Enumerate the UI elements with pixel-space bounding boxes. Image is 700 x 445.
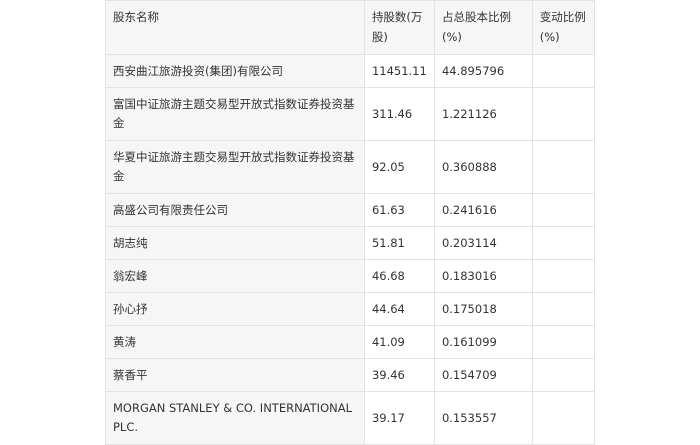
share-ratio: 44.895796 xyxy=(433,54,533,88)
table-row: 华夏中证旅游主题交易型开放式指数证券投资基金 92.05 0.360888 xyxy=(105,140,596,194)
shares-held: 51.81 xyxy=(363,226,435,260)
change-ratio xyxy=(531,391,596,445)
table-row: 蔡香平 39.46 0.154709 xyxy=(105,358,596,392)
change-ratio xyxy=(531,226,596,260)
share-ratio: 0.161099 xyxy=(433,325,533,359)
table-row: 西安曲江旅游投资(集团)有限公司 11451.11 44.895796 xyxy=(105,54,596,88)
change-ratio xyxy=(531,358,596,392)
shares-held: 311.46 xyxy=(363,87,435,141)
change-ratio xyxy=(531,87,596,141)
shareholder-name: 华夏中证旅游主题交易型开放式指数证券投资基金 xyxy=(105,140,365,194)
change-ratio xyxy=(531,54,596,88)
shares-held: 11451.11 xyxy=(363,54,435,88)
table-row: 胡志纯 51.81 0.203114 xyxy=(105,226,596,260)
shares-held: 41.09 xyxy=(363,325,435,359)
share-ratio: 0.203114 xyxy=(433,226,533,260)
shareholder-name: 富国中证旅游主题交易型开放式指数证券投资基金 xyxy=(105,87,365,141)
shares-held: 39.46 xyxy=(363,358,435,392)
table-row: 高盛公司有限责任公司 61.63 0.241616 xyxy=(105,193,596,227)
table-row: 翁宏峰 46.68 0.183016 xyxy=(105,259,596,293)
shareholder-name: 蔡香平 xyxy=(105,358,365,392)
shareholder-name: 孙心抒 xyxy=(105,292,365,326)
share-ratio: 1.221126 xyxy=(433,87,533,141)
table-row: MORGAN STANLEY & CO. INTERNATIONAL PLC. … xyxy=(105,391,596,445)
change-ratio xyxy=(531,140,596,194)
share-ratio: 0.154709 xyxy=(433,358,533,392)
share-ratio: 0.360888 xyxy=(433,140,533,194)
shareholder-name: 高盛公司有限责任公司 xyxy=(105,193,365,227)
share-ratio: 0.241616 xyxy=(433,193,533,227)
share-ratio: 0.183016 xyxy=(433,259,533,293)
shares-held: 39.17 xyxy=(363,391,435,445)
header-change-ratio: 变动比例(%) xyxy=(531,0,596,55)
share-ratio: 0.153557 xyxy=(433,391,533,445)
shareholder-name: 黄涛 xyxy=(105,325,365,359)
change-ratio xyxy=(531,292,596,326)
share-ratio: 0.175018 xyxy=(433,292,533,326)
shareholder-name: 西安曲江旅游投资(集团)有限公司 xyxy=(105,54,365,88)
shares-held: 61.63 xyxy=(363,193,435,227)
change-ratio xyxy=(531,193,596,227)
table-row: 孙心抒 44.64 0.175018 xyxy=(105,292,596,326)
shareholders-table: 股东名称 持股数(万股) 占总股本比例(%) 变动比例(%) 西安曲江旅游投资(… xyxy=(105,0,596,445)
shareholder-name: MORGAN STANLEY & CO. INTERNATIONAL PLC. xyxy=(105,391,365,445)
shareholder-name: 胡志纯 xyxy=(105,226,365,260)
shareholder-name: 翁宏峰 xyxy=(105,259,365,293)
change-ratio xyxy=(531,325,596,359)
shares-held: 46.68 xyxy=(363,259,435,293)
header-shares-held: 持股数(万股) xyxy=(363,0,435,55)
header-share-ratio: 占总股本比例(%) xyxy=(433,0,533,55)
shares-held: 44.64 xyxy=(363,292,435,326)
table-row: 黄涛 41.09 0.161099 xyxy=(105,325,596,359)
shares-held: 92.05 xyxy=(363,140,435,194)
table-row: 富国中证旅游主题交易型开放式指数证券投资基金 311.46 1.221126 xyxy=(105,87,596,141)
change-ratio xyxy=(531,259,596,293)
table-header-row: 股东名称 持股数(万股) 占总股本比例(%) 变动比例(%) xyxy=(105,0,596,55)
header-shareholder-name: 股东名称 xyxy=(105,0,365,55)
